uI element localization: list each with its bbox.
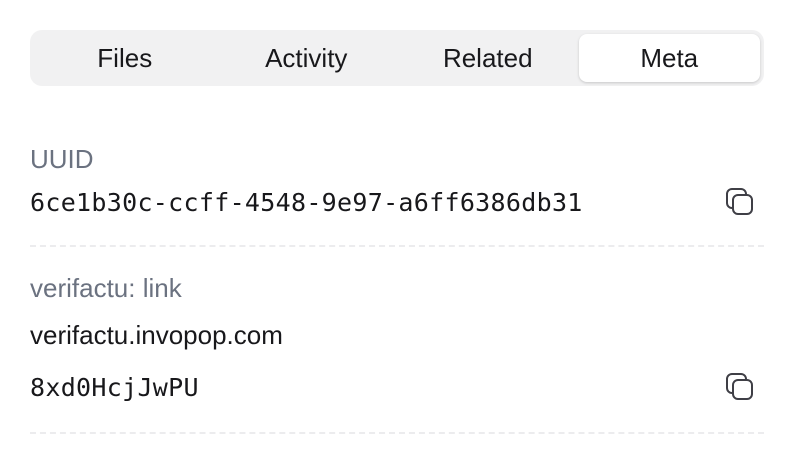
tab-bar: Files Activity Related Meta — [30, 30, 764, 86]
divider — [30, 245, 764, 247]
tab-activity[interactable]: Activity — [216, 34, 398, 82]
copy-verifactu-button[interactable] — [724, 371, 756, 403]
verifactu-code: 8xd0HcjJwPU — [30, 372, 199, 402]
verifactu-section: verifactu: link verifactu.invopop.com 8x… — [30, 271, 764, 407]
tab-related[interactable]: Related — [397, 34, 579, 82]
uuid-value: 6ce1b30c-ccff-4548-9e97-a6ff6386db31 — [30, 187, 583, 217]
uuid-label: UUID — [30, 144, 94, 174]
copy-uuid-button[interactable] — [724, 186, 756, 218]
copy-icon — [726, 188, 753, 215]
tab-meta[interactable]: Meta — [578, 34, 760, 82]
uuid-row: 6ce1b30c-ccff-4548-9e97-a6ff6386db31 — [30, 182, 764, 222]
tab-files[interactable]: Files — [34, 34, 216, 82]
verifactu-host: verifactu.invopop.com — [30, 320, 283, 350]
verifactu-code-row: 8xd0HcjJwPU — [30, 367, 764, 407]
verifactu-label: verifactu: link — [30, 273, 182, 303]
divider — [30, 432, 764, 434]
uuid-section: UUID 6ce1b30c-ccff-4548-9e97-a6ff6386db3… — [30, 142, 764, 222]
copy-icon — [726, 373, 753, 400]
